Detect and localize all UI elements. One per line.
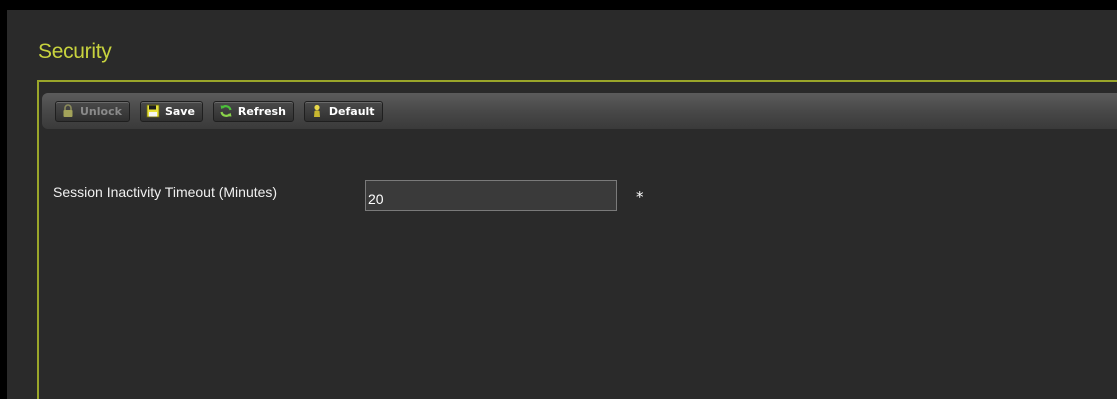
floppy-disk-icon: [146, 104, 160, 118]
person-icon: [310, 104, 324, 118]
toolbar: Unlock Save Refresh Default: [42, 93, 1117, 129]
page-title: Security: [38, 40, 112, 63]
default-button[interactable]: Default: [303, 100, 383, 122]
session-timeout-label: Session Inactivity Timeout (Minutes): [53, 184, 278, 200]
refresh-icon: [219, 104, 233, 118]
default-label: Default: [328, 104, 375, 118]
security-panel: Unlock Save Refresh Default Session Inac…: [37, 80, 1117, 399]
session-timeout-input[interactable]: [365, 180, 617, 211]
lock-icon: [61, 104, 75, 118]
refresh-label: Refresh: [237, 104, 286, 118]
unlock-button[interactable]: Unlock: [55, 100, 130, 122]
save-button[interactable]: Save: [139, 100, 203, 122]
required-indicator: *: [636, 188, 644, 206]
security-page: Security Unlock Save Refresh Default Ses…: [7, 10, 1117, 399]
refresh-button[interactable]: Refresh: [212, 100, 294, 122]
save-label: Save: [164, 104, 195, 118]
unlock-label: Unlock: [80, 104, 122, 118]
